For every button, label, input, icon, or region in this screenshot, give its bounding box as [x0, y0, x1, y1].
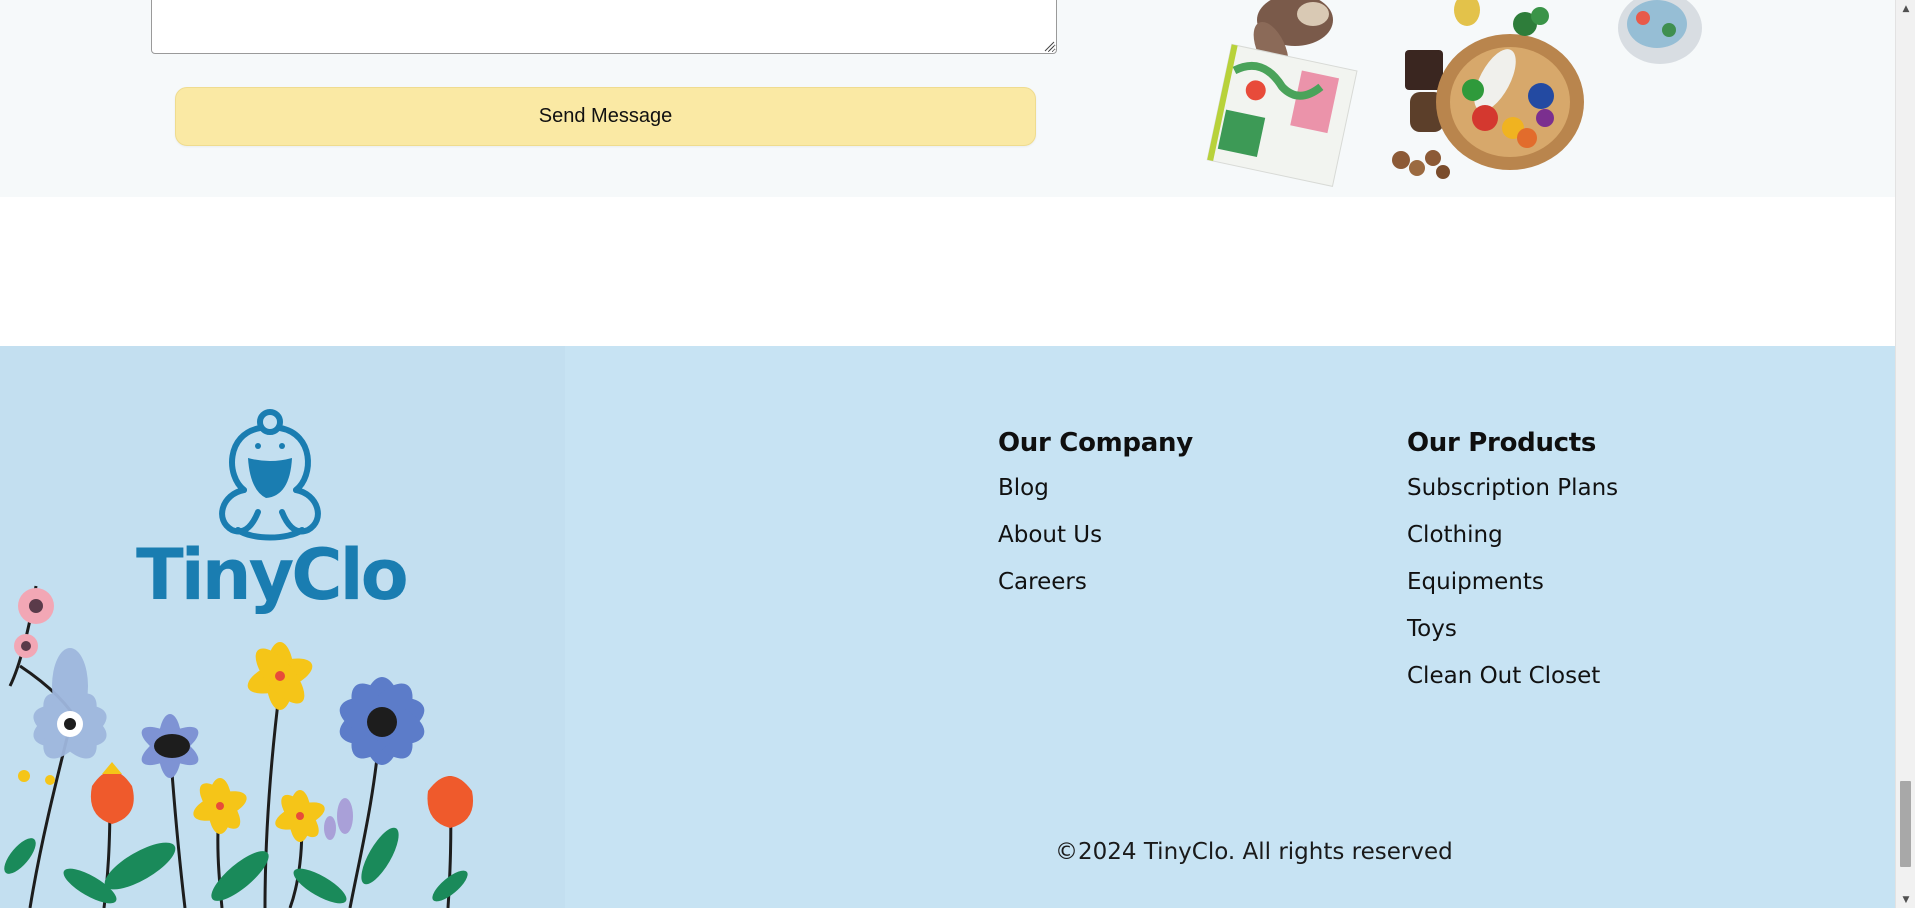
link-about-us[interactable]: About Us: [998, 520, 1193, 567]
contact-section: Send Message: [0, 0, 1895, 197]
company-links-column: Our Company Blog About Us Careers: [998, 428, 1193, 614]
link-blog[interactable]: Blog: [998, 473, 1193, 520]
message-textarea[interactable]: [151, 0, 1057, 54]
link-toys[interactable]: Toys: [1407, 614, 1618, 661]
frog-mascot-icon[interactable]: [208, 406, 332, 542]
link-careers[interactable]: Careers: [998, 567, 1193, 614]
scroll-thumb[interactable]: [1900, 781, 1911, 868]
products-heading: Our Products: [1407, 428, 1597, 458]
flowers-illustration: [4, 585, 474, 908]
send-message-button[interactable]: Send Message: [175, 87, 1036, 146]
link-clean-out-closet[interactable]: Clean Out Closet: [1407, 661, 1618, 708]
product-collage-image: [1206, 0, 1702, 187]
scroll-down-arrow-icon[interactable]: ▼: [1896, 891, 1915, 908]
products-links-column: Our Products Subscription Plans Clothing…: [1407, 428, 1618, 708]
copyright-text: ©2024 TinyClo. All rights reserved: [1055, 839, 1453, 865]
link-subscription-plans[interactable]: Subscription Plans: [1407, 473, 1618, 520]
company-heading: Our Company: [998, 428, 1193, 458]
site-footer: TinyClo Our Company Blog About Us Career…: [0, 346, 1895, 908]
link-equipments[interactable]: Equipments: [1407, 567, 1618, 614]
resize-grip-icon[interactable]: [1043, 40, 1055, 52]
scroll-up-arrow-icon[interactable]: ▲: [1896, 0, 1915, 17]
vertical-scrollbar[interactable]: ▲ ▼: [1895, 0, 1915, 908]
link-clothing[interactable]: Clothing: [1407, 520, 1618, 567]
